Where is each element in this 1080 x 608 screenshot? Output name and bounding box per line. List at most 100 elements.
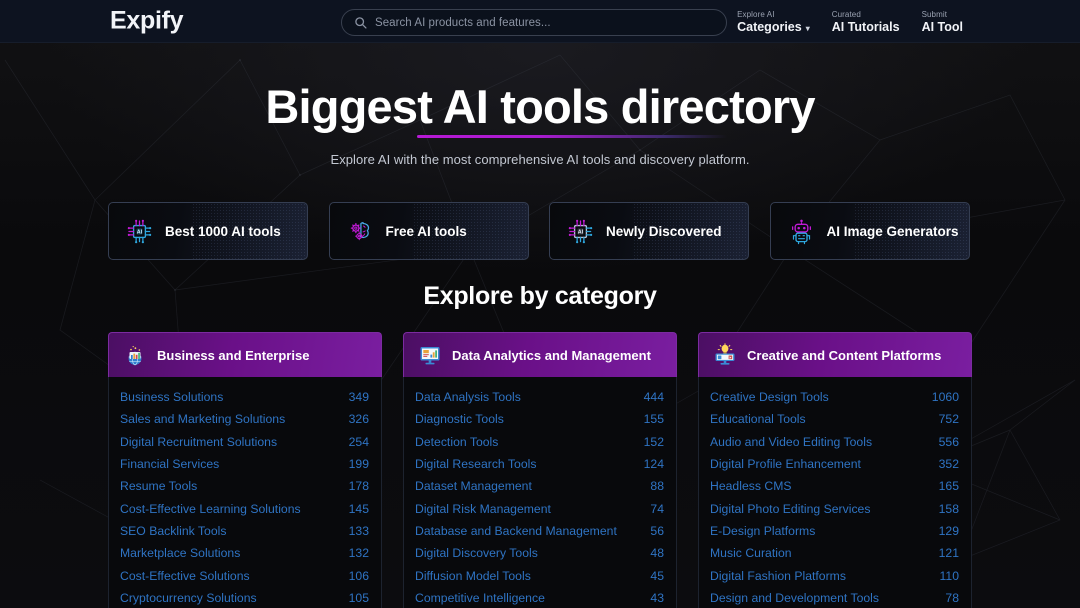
monitor-chart-icon [418, 343, 442, 367]
list-item[interactable]: Sales and Marketing Solutions326 [120, 408, 369, 430]
category-item-count: 352 [939, 457, 959, 471]
category-item-label: Digital Research Tools [415, 457, 536, 471]
list-item[interactable]: Business Solutions349 [120, 386, 369, 408]
category-item-label: Detection Tools [415, 435, 498, 449]
list-item[interactable]: E-Design Platforms129 [710, 520, 959, 542]
nav-kicker-categories: Explore AI [737, 9, 810, 20]
category-title: Data Analytics and Management [452, 348, 651, 363]
category-item-count: 556 [939, 435, 959, 449]
list-item[interactable]: Creative Design Tools 1060 [710, 386, 959, 408]
category-list: Business Solutions349 Sales and Marketin… [108, 377, 382, 608]
list-item[interactable]: Competitive Intelligence43 [415, 587, 664, 608]
category-list: Creative Design Tools 1060 Educational To… [698, 377, 972, 608]
feature-card-best-1000-ai-tools[interactable]: AI Best 1000 AI tools [108, 202, 308, 260]
category-header[interactable]: Business and Enterprise [108, 332, 382, 377]
nav-label-categories-text: Categories [737, 20, 802, 35]
category-item-label: Digital Recruitment Solutions [120, 435, 277, 449]
list-item[interactable]: Music Curation 121 [710, 542, 959, 564]
category-item-count: 1060 [932, 390, 959, 404]
list-item[interactable]: Diagnostic Tools 155 [415, 408, 664, 430]
nav-label-ai-tool: AI Tool [922, 20, 963, 35]
feature-card-newly-discovered[interactable]: AI Newly Discovered [549, 202, 749, 260]
category-item-label: Cryptocurrency Solutions [120, 591, 257, 605]
feature-card-free-ai-tools[interactable]: Free AI tools [329, 202, 529, 260]
list-item[interactable]: Dataset Management88 [415, 475, 664, 497]
category-header[interactable]: Data Analytics and Management [403, 332, 677, 377]
category-title: Creative and Content Platforms [747, 348, 941, 363]
hero-subtitle: Explore AI with the most comprehensive A… [0, 152, 1080, 167]
nav-kicker-ai-tool: Submit [922, 9, 963, 20]
title-underline [417, 135, 727, 138]
category-item-count: 78 [945, 591, 959, 605]
feature-card-label: AI Image Generators [827, 224, 959, 239]
feature-card-label: Free AI tools [386, 224, 467, 239]
category-item-count: 56 [650, 524, 664, 538]
search-bar[interactable]: Search AI products and features... [341, 9, 727, 36]
list-item[interactable]: Financial Services199 [120, 453, 369, 475]
nav-item-ai-tutorials[interactable]: Curated AI Tutorials [821, 0, 911, 43]
list-item[interactable]: Digital Recruitment Solutions254 [120, 431, 369, 453]
category-item-count: 110 [940, 569, 960, 583]
category-header[interactable]: Creative and Content Platforms [698, 332, 972, 377]
list-item[interactable]: Marketplace Solutions 132 [120, 542, 369, 564]
list-item[interactable]: Cost-Effective Learning Solutions145 [120, 497, 369, 519]
site-logo[interactable]: Expify [110, 7, 183, 36]
list-item[interactable]: Resume Tools178 [120, 475, 369, 497]
category-item-label: Design and Development Tools [710, 591, 879, 605]
category-item-label: Diagnostic Tools [415, 412, 504, 426]
category-item-label: Music Curation [710, 546, 792, 560]
category-item-count: 132 [349, 546, 369, 560]
list-item[interactable]: Digital Discovery Tools48 [415, 542, 664, 564]
category-item-label: SEO Backlink Tools [120, 524, 226, 538]
nav-label-categories: Categories ▾ [737, 20, 810, 35]
category-item-count: 155 [644, 412, 664, 426]
list-item[interactable]: Database and Backend Management 56 [415, 520, 664, 542]
list-item[interactable]: Design and Development Tools 78 [710, 587, 959, 608]
list-item[interactable]: Diffusion Model Tools45 [415, 564, 664, 586]
category-item-label: Marketplace Solutions [120, 546, 240, 560]
search-icon [354, 16, 367, 29]
category-item-label: Sales and Marketing Solutions [120, 412, 285, 426]
category-item-count: 74 [650, 502, 664, 516]
nav-item-categories[interactable]: Explore AI Categories ▾ [726, 0, 821, 43]
category-item-count: 165 [939, 479, 959, 493]
search-input-placeholder[interactable]: Search AI products and features... [375, 17, 551, 29]
list-item[interactable]: SEO Backlink Tools 133 [120, 520, 369, 542]
list-item[interactable]: Cryptocurrency Solutions105 [120, 587, 369, 608]
top-navigation-bar: Expify Search AI products and features..… [0, 0, 1080, 43]
category-item-count: 129 [939, 524, 959, 538]
list-item[interactable]: Data Analysis Tools444 [415, 386, 664, 408]
monitor-bulb-icon [713, 343, 737, 367]
ai-chip-icon: AI [126, 218, 153, 245]
category-card-creative-and-content-platforms: Creative and Content Platforms Creative … [698, 332, 972, 608]
feature-card-row: AI Best 1000 AI tools [108, 202, 972, 260]
category-item-label: Database and Backend Management [415, 524, 617, 538]
list-item[interactable]: Headless CMS165 [710, 475, 959, 497]
brain-gears-icon [347, 218, 374, 245]
ai-chip-icon: AI [567, 218, 594, 245]
category-item-count: 133 [349, 524, 369, 538]
list-item[interactable]: Educational Tools752 [710, 408, 959, 430]
svg-text:AI: AI [137, 229, 143, 235]
category-item-label: Resume Tools [120, 479, 197, 493]
list-item[interactable]: Digital Profile Enhancement352 [710, 453, 959, 475]
feature-card-ai-image-generators[interactable]: AI Image Generators [770, 202, 970, 260]
feature-card-label: Best 1000 AI tools [165, 224, 281, 239]
list-item[interactable]: Digital Fashion Platforms 110 [710, 564, 959, 586]
nav-item-ai-tool[interactable]: Submit AI Tool [911, 0, 974, 43]
list-item[interactable]: Digital Research Tools124 [415, 453, 664, 475]
category-card-data-analytics-and-management: Data Analytics and Management Data Analy… [403, 332, 677, 608]
list-item[interactable]: Audio and Video Editing Tools556 [710, 431, 959, 453]
robot-icon [788, 218, 815, 245]
list-item[interactable]: Cost-Effective Solutions106 [120, 564, 369, 586]
explore-by-category-heading: Explore by category [0, 282, 1080, 311]
category-item-count: 106 [349, 569, 369, 583]
category-item-count: 121 [939, 546, 959, 560]
category-item-label: Creative Design Tools [710, 390, 829, 404]
list-item[interactable]: Detection Tools152 [415, 431, 664, 453]
chevron-down-icon[interactable]: ▾ [806, 21, 810, 36]
category-item-count: 349 [349, 390, 369, 404]
category-item-label: Digital Fashion Platforms [710, 569, 846, 583]
list-item[interactable]: Digital Photo Editing Services158 [710, 497, 959, 519]
list-item[interactable]: Digital Risk Management74 [415, 497, 664, 519]
